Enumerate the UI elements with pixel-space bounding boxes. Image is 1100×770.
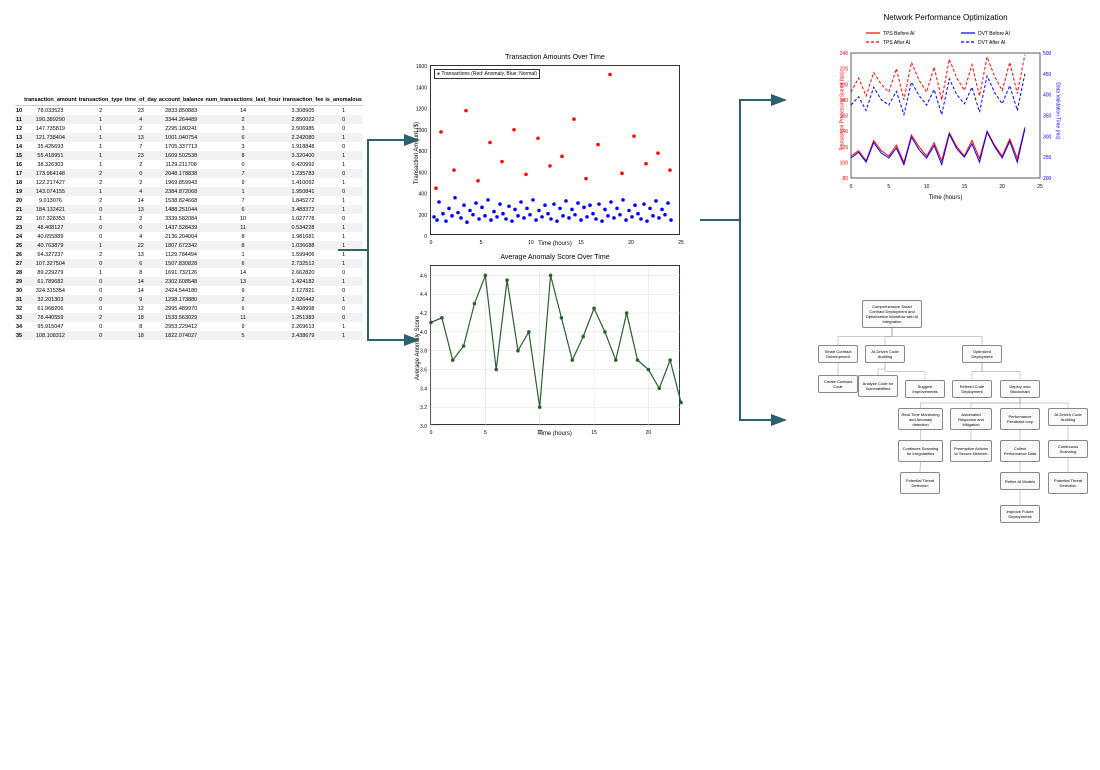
col-is_anomalous: is_anomalous bbox=[324, 95, 363, 106]
table-row: 3261.9682060122995.48997062.4089980 bbox=[15, 304, 363, 313]
flow-node-aca2: AI-Driven Code Auditing bbox=[1048, 408, 1088, 426]
table-row: 11190.389290143344.26448922.8500220 bbox=[15, 115, 363, 124]
svg-text:200: 200 bbox=[419, 213, 428, 219]
table-row: 22167.328353123339.582084101.0277780 bbox=[15, 214, 363, 223]
scatter-title: Transaction Amounts Over Time bbox=[431, 54, 679, 61]
table-row: 2664.3272372131129.78449411.5994061 bbox=[15, 250, 363, 259]
table-row: 18122.217427221969.85994391.4100921 bbox=[15, 178, 363, 187]
table-row: 1435.425693171705.33771331.9188480 bbox=[15, 142, 363, 151]
flow-node-scd: Smart Contract Debelopment bbox=[818, 345, 858, 363]
flow-node-rtm: Real-Time Monitoring and Anomaly detecti… bbox=[898, 408, 943, 430]
flow-node-root: Comprehensive Smart Contract Deployment … bbox=[862, 300, 922, 328]
svg-text:20: 20 bbox=[999, 184, 1005, 190]
flow-node-ifd: Improve Future Deployments bbox=[1000, 505, 1040, 523]
flow-node-arm: Automated Response and Mitigation bbox=[950, 408, 992, 430]
svg-text:240: 240 bbox=[840, 51, 849, 57]
flowchart: Comprehensive Smart Contract Deployment … bbox=[790, 300, 1090, 540]
svg-text:3.0: 3.0 bbox=[420, 424, 427, 430]
table-row: 3378.4405592181533.563029111.2513830 bbox=[15, 313, 363, 322]
flow-node-ptd: Potential Threat Detection bbox=[900, 472, 940, 494]
svg-text:10: 10 bbox=[924, 184, 930, 190]
svg-text:DVT After AI: DVT After AI bbox=[978, 40, 1005, 46]
flow-node-csi: Continues Scanning for Irregularities bbox=[898, 440, 943, 462]
flow-node-cpd: Collect Performance Data bbox=[1000, 440, 1040, 462]
table-row: 2961.7896820142302.608548131.4241821 bbox=[15, 277, 363, 286]
table-row: 3132.201303091298.17388022.0264421 bbox=[15, 295, 363, 304]
svg-text:5: 5 bbox=[887, 184, 890, 190]
col-transaction_fee: transaction_fee bbox=[282, 95, 325, 106]
flow-node-dob: Deploy onto Blockchain bbox=[1000, 380, 1040, 398]
line-title: Average Anomaly Score Over Time bbox=[431, 254, 679, 261]
flow-node-pasn: Preemptive Actions to Secure Network bbox=[950, 440, 992, 462]
svg-text:3.4: 3.4 bbox=[420, 386, 427, 392]
table-row: 19143.074155142384.87206811.9508410 bbox=[15, 187, 363, 196]
svg-text:500: 500 bbox=[1043, 51, 1052, 57]
svg-text:200: 200 bbox=[1043, 176, 1052, 182]
svg-text:0: 0 bbox=[424, 234, 427, 240]
svg-text:4.4: 4.4 bbox=[420, 292, 427, 298]
flow-node-ptd2: Potential Threat Detection bbox=[1048, 472, 1088, 494]
svg-text:15: 15 bbox=[962, 184, 968, 190]
svg-text:DVT Before AI: DVT Before AI bbox=[978, 31, 1010, 37]
col-transaction_type: transaction_type bbox=[78, 95, 124, 106]
table-row: 17173.964148202048.17883871.2357830 bbox=[15, 169, 363, 178]
anomaly-line-chart: Average Anomaly Score Over Time 3.03.23.… bbox=[430, 265, 680, 425]
svg-text:TPS After AI: TPS After AI bbox=[883, 40, 910, 46]
table-row: 1078.0335232232833.850883143.3089051 bbox=[15, 106, 363, 116]
table-row: 1638.326303121129.21170800.4209921 bbox=[15, 160, 363, 169]
col-num_transactions_last_hour: num_transactions_last_hour bbox=[204, 95, 281, 106]
table-row: 2540.7638791221807.67234281.0366881 bbox=[15, 241, 363, 250]
flow-node-acv: Analyze Code for Vulnerabilities bbox=[858, 375, 898, 397]
flow-node-si: Suggest Improvements bbox=[905, 380, 945, 398]
table-row: 35108.1083120181822.07402753.4386791 bbox=[15, 331, 363, 340]
svg-text:400: 400 bbox=[1043, 93, 1052, 99]
table-row: 2440.655889042136.20400481.9816811 bbox=[15, 232, 363, 241]
table-row: 209.0130762141538.82466871.8452721 bbox=[15, 196, 363, 205]
svg-text:1600: 1600 bbox=[416, 64, 427, 70]
table-row: 2889.229279181691.732126142.6628200 bbox=[15, 268, 363, 277]
table-row: 30324.3153540142424.54418092.1278210 bbox=[15, 286, 363, 295]
svg-text:TPS Before AI: TPS Before AI bbox=[883, 31, 915, 37]
svg-text:0: 0 bbox=[850, 184, 853, 190]
col-time_of_day: time_of_day bbox=[124, 95, 158, 106]
svg-text:3.2: 3.2 bbox=[420, 405, 427, 411]
table-row: 12147.735819122295.18024132.5069850 bbox=[15, 124, 363, 133]
flow-node-aca: AI-Driven Code Auditing bbox=[865, 345, 905, 363]
flow-node-rcd: Refined Code Deployment bbox=[952, 380, 992, 398]
table-row: 13121.7384041131001.04075462.2420801 bbox=[15, 133, 363, 142]
table-row: 3495.915047082953.22941292.2696131 bbox=[15, 322, 363, 331]
col-account_balance: account_balance bbox=[158, 95, 205, 106]
svg-text:25: 25 bbox=[678, 240, 684, 246]
flow-node-ram: Refine AI Models bbox=[1000, 472, 1040, 490]
flow-node-od: Optimized Deployment bbox=[962, 345, 1002, 363]
svg-text:350: 350 bbox=[1043, 114, 1052, 120]
data-table: transaction_amounttransaction_typetime_o… bbox=[15, 95, 335, 340]
svg-text:300: 300 bbox=[1043, 134, 1052, 140]
table-row: 2348.408127001437.528439110.5342281 bbox=[15, 223, 363, 232]
svg-text:1200: 1200 bbox=[416, 107, 427, 113]
svg-text:100: 100 bbox=[840, 160, 849, 166]
col-transaction_amount: transaction_amount bbox=[23, 95, 78, 106]
scatter-chart: Transaction Amounts Over Time ● Transact… bbox=[430, 65, 680, 235]
svg-text:250: 250 bbox=[1043, 155, 1052, 161]
svg-text:1400: 1400 bbox=[416, 85, 427, 91]
svg-text:400: 400 bbox=[419, 192, 428, 198]
flow-node-cs2: Continuous Scanning bbox=[1048, 440, 1088, 458]
flow-node-ccc: Create Contract Code bbox=[818, 375, 858, 393]
svg-text:450: 450 bbox=[1043, 72, 1052, 78]
table-row: 27107.327504061507.83082862.7325121 bbox=[15, 259, 363, 268]
dual-title: Network Performance Optimization bbox=[833, 13, 1058, 22]
svg-text:80: 80 bbox=[842, 176, 848, 182]
col- bbox=[15, 95, 23, 106]
table-row: 1555.4189511231609.50253883.3204001 bbox=[15, 151, 363, 160]
table-row: 21184.1324210131488.25104463.4833721 bbox=[15, 205, 363, 214]
svg-text:25: 25 bbox=[1037, 184, 1043, 190]
svg-text:4.6: 4.6 bbox=[420, 273, 427, 279]
dual-axis-chart: Network Performance Optimization 8010012… bbox=[833, 25, 1058, 190]
flow-node-pfl: Performance Feedback loop bbox=[1000, 408, 1040, 430]
